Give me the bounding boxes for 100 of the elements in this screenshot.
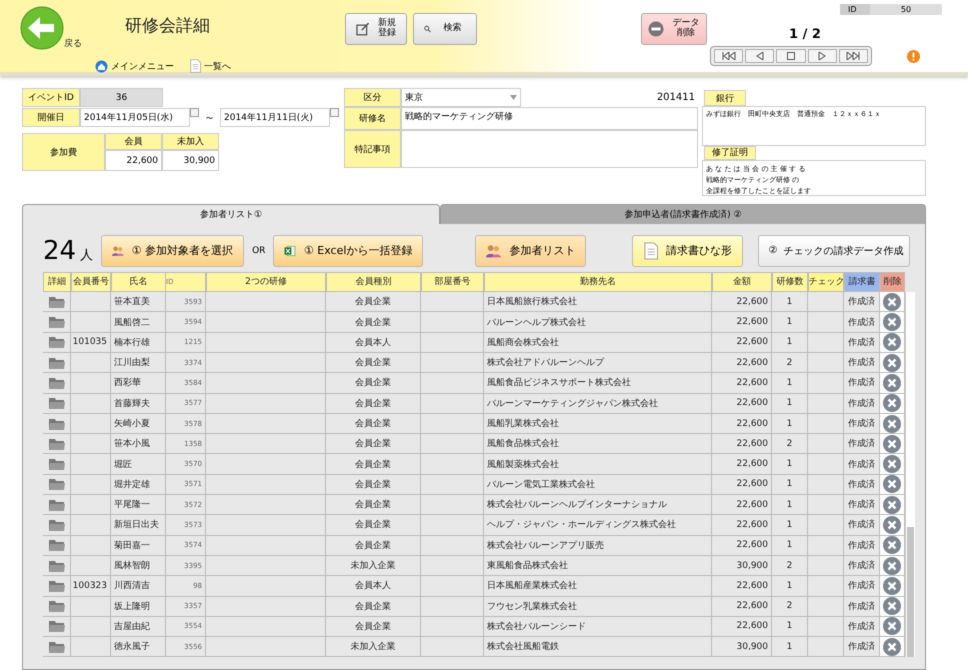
folder-icon[interactable] (48, 376, 64, 389)
delete-button[interactable] (880, 536, 905, 556)
nav-button[interactable] (808, 49, 837, 63)
delete-button[interactable] (880, 556, 905, 576)
delete-button[interactable] (880, 596, 905, 617)
delete-icon[interactable] (883, 576, 901, 595)
nav-button[interactable] (776, 49, 806, 63)
delete-button[interactable] (880, 332, 905, 353)
nav-link[interactable]: メインメニュー (95, 59, 174, 73)
new-record-button[interactable]: 新規登録 (345, 13, 407, 45)
table-cell: 2 (772, 434, 808, 454)
delete-icon[interactable] (883, 333, 901, 352)
table-cell: 22,600 (712, 536, 772, 556)
folder-icon[interactable] (48, 397, 64, 410)
delete-button[interactable] (880, 373, 905, 394)
folder-icon[interactable] (48, 640, 64, 653)
nav-button[interactable] (714, 49, 744, 63)
folder-icon[interactable] (48, 356, 64, 369)
table-cell: 会員企業 (326, 616, 421, 638)
document-icon (190, 59, 202, 73)
delete-icon[interactable] (883, 414, 901, 432)
delete-button[interactable] (880, 312, 905, 333)
delete-icon[interactable] (883, 354, 901, 372)
delete-icon[interactable] (883, 597, 901, 616)
search-button[interactable]: 検索 (413, 13, 477, 45)
delete-icon[interactable] (883, 516, 901, 534)
delete-button[interactable] (880, 292, 905, 312)
folder-icon[interactable] (48, 560, 64, 572)
tab[interactable]: 参加者リスト① (22, 204, 440, 224)
notes-field[interactable] (401, 130, 698, 168)
delete-icon[interactable] (883, 313, 901, 332)
start-date-field[interactable]: 2014年11月05日(水) (80, 108, 190, 127)
delete-button[interactable] (880, 616, 905, 638)
empty-cell (808, 312, 844, 333)
table-cell: 会員企業 (326, 536, 421, 556)
delete-button[interactable] (880, 414, 905, 434)
stop-icon (787, 52, 795, 60)
delete-data-button[interactable]: データ削除 (641, 13, 707, 45)
nav-link[interactable]: 一覧へ (190, 59, 232, 73)
folder-icon[interactable] (48, 336, 64, 348)
toolbar-button[interactable]: ① 参加対象者を選択 (101, 234, 244, 267)
delete-icon[interactable] (883, 496, 901, 514)
nav-button[interactable] (745, 49, 774, 63)
scrollbar[interactable] (905, 292, 915, 658)
delete-icon[interactable] (883, 455, 901, 474)
toolbar-button[interactable]: 請求書ひな形 (632, 234, 744, 267)
folder-icon[interactable] (48, 418, 64, 430)
folder-icon[interactable] (48, 478, 64, 490)
home-icon (95, 60, 108, 72)
delete-icon[interactable] (883, 475, 901, 494)
delete-icon[interactable] (883, 434, 901, 453)
table-cell: 会員本人 (326, 332, 421, 353)
field-label: 区分 (344, 88, 401, 107)
toolbar-button[interactable]: 参加者リスト (475, 234, 586, 267)
folder-icon[interactable] (48, 458, 64, 470)
category-dropdown[interactable]: 東京 (401, 88, 521, 107)
folder-icon[interactable] (48, 580, 64, 592)
delete-icon[interactable] (883, 617, 901, 636)
folder-icon[interactable] (48, 296, 64, 308)
folder-icon[interactable] (48, 600, 64, 612)
folder-icon[interactable] (48, 620, 64, 632)
record-counter: 1 / 2 (788, 27, 822, 42)
nav-button[interactable] (838, 49, 868, 63)
delete-icon[interactable] (883, 556, 901, 575)
delete-button[interactable] (880, 474, 905, 496)
calendar-icon[interactable] (190, 108, 199, 117)
field-label: イベントID (22, 88, 80, 107)
delete-button[interactable] (880, 637, 905, 658)
table-cell: 会員企業 (326, 454, 421, 475)
back-label[interactable]: 戻る (64, 37, 82, 50)
table-cell: 22,600 (712, 292, 772, 312)
column-header: 会員種別 (326, 272, 421, 292)
delete-icon[interactable] (883, 292, 901, 311)
tab[interactable]: 参加申込者(請求書作成済) ② (440, 204, 926, 224)
table-cell: フウセン乳業株式会社 (484, 596, 712, 617)
calendar-icon[interactable] (330, 108, 339, 117)
toolbar-button[interactable]: ② チェックの請求データ作成 (758, 234, 910, 267)
table-cell: 1 (772, 495, 808, 516)
delete-icon[interactable] (883, 394, 901, 412)
delete-button[interactable] (880, 394, 905, 414)
delete-button[interactable] (880, 434, 905, 454)
delete-button[interactable] (880, 454, 905, 475)
end-date-field[interactable]: 2014年11月11日(火) (220, 108, 330, 127)
course-name-field[interactable]: 戦略的マーケティング研修 (401, 107, 698, 130)
delete-icon[interactable] (883, 638, 901, 656)
folder-icon[interactable] (48, 438, 64, 450)
delete-button[interactable] (880, 576, 905, 597)
delete-icon[interactable] (883, 374, 901, 392)
folder-icon[interactable] (48, 539, 64, 552)
delete-icon[interactable] (883, 536, 901, 554)
folder-icon[interactable] (48, 498, 64, 511)
folder-icon[interactable] (48, 518, 64, 531)
delete-button[interactable] (880, 352, 905, 374)
document-icon (644, 242, 658, 260)
warning-icon[interactable] (907, 50, 920, 62)
delete-button[interactable] (880, 515, 905, 536)
toolbar-button[interactable]: ① Excelから一括登録 (273, 234, 424, 267)
table-cell: 川西清吉 (111, 576, 166, 597)
delete-button[interactable] (880, 495, 905, 516)
folder-icon[interactable] (48, 316, 64, 328)
